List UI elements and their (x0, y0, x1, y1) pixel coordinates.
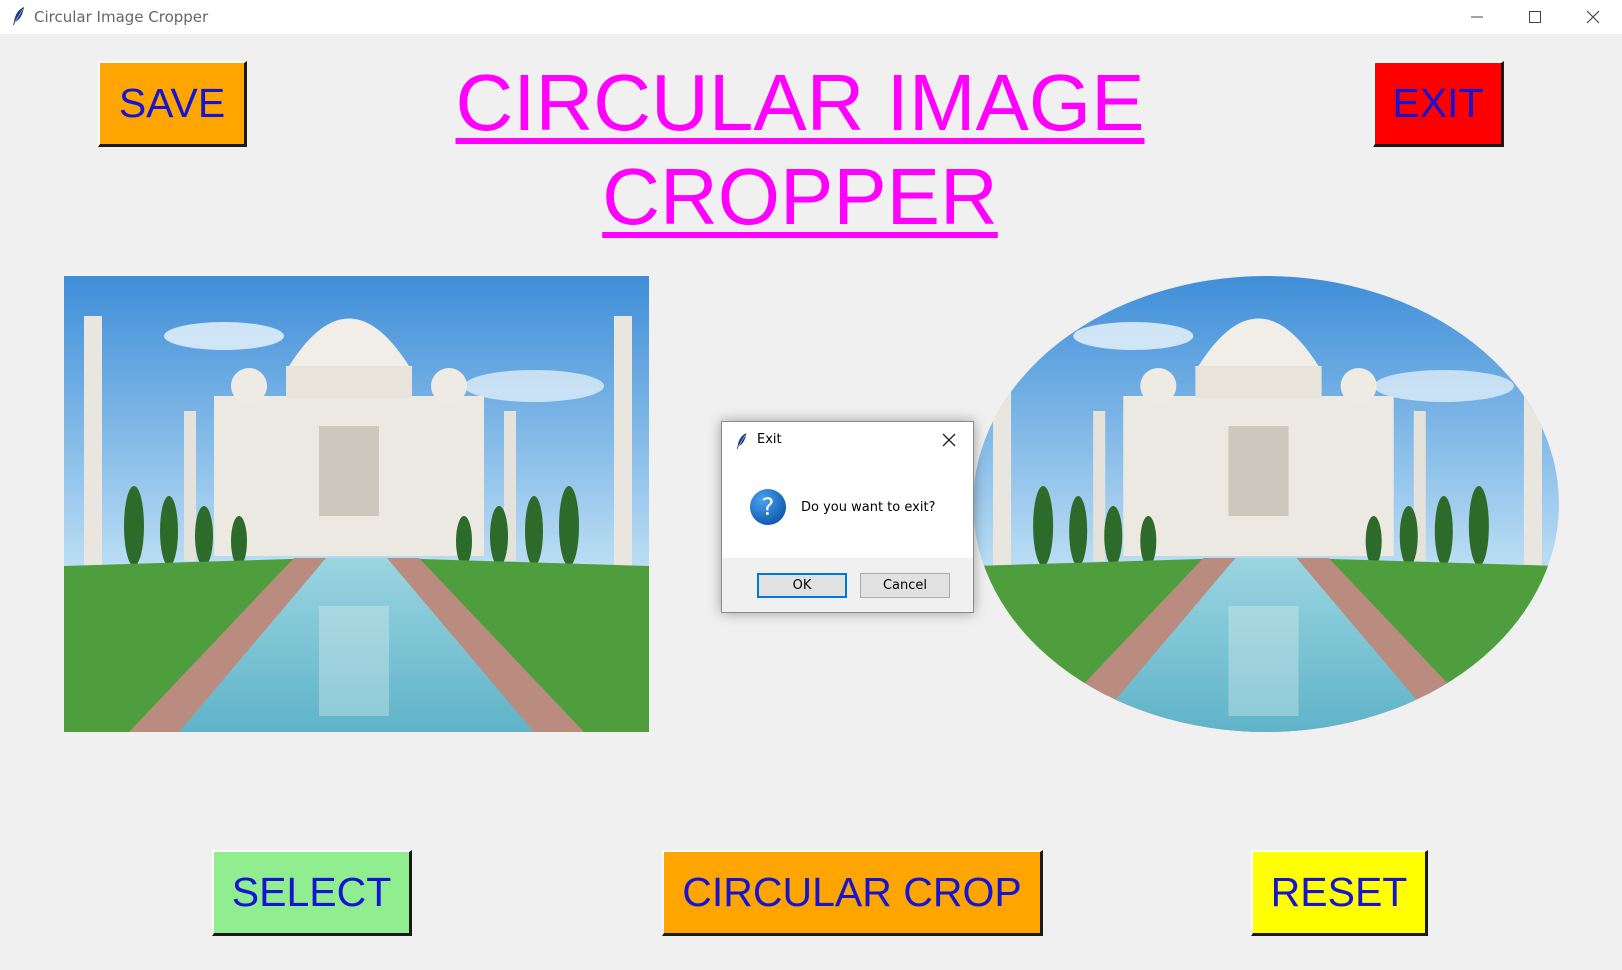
cropped-image (973, 276, 1559, 732)
feather-icon (13, 7, 24, 25)
exit-button[interactable]: EXIT (1373, 61, 1504, 147)
title-line-1: CIRCULAR IMAGE (455, 58, 1145, 147)
dialog-close-icon[interactable] (942, 433, 956, 447)
dialog-ok-button[interactable]: OK (757, 573, 847, 598)
maximize-button[interactable] (1506, 0, 1564, 34)
original-image (64, 276, 649, 732)
minimize-button[interactable] (1448, 0, 1506, 34)
close-icon (1586, 10, 1600, 24)
dialog-message: Do you want to exit? (801, 500, 936, 515)
page-title: CIRCULAR IMAGE CROPPER (380, 56, 1220, 244)
title-line-2: CROPPER (602, 152, 998, 241)
question-icon: ? (750, 489, 786, 525)
minimize-icon (1471, 16, 1483, 18)
circular-crop-button[interactable]: CIRCULAR CROP (662, 850, 1043, 936)
svg-text:?: ? (762, 493, 775, 521)
exit-dialog: Exit ? Do you want to exit? OK Cancel (721, 421, 974, 613)
taj-mahal-photo (64, 276, 649, 732)
dialog-cancel-button[interactable]: Cancel (860, 573, 950, 598)
dialog-title: Exit (757, 432, 782, 447)
save-button[interactable]: SAVE (98, 61, 247, 147)
dialog-body: ? Do you want to exit? (722, 458, 973, 558)
window-titlebar: Circular Image Cropper (0, 0, 1622, 34)
select-button[interactable]: SELECT (212, 850, 412, 936)
dialog-titlebar: Exit (722, 422, 973, 458)
maximize-icon (1529, 11, 1541, 23)
taj-mahal-cropped-photo (973, 276, 1559, 732)
close-window-button[interactable] (1564, 0, 1622, 34)
window-title: Circular Image Cropper (34, 8, 209, 26)
reset-button[interactable]: RESET (1251, 850, 1428, 936)
feather-icon (736, 433, 747, 449)
